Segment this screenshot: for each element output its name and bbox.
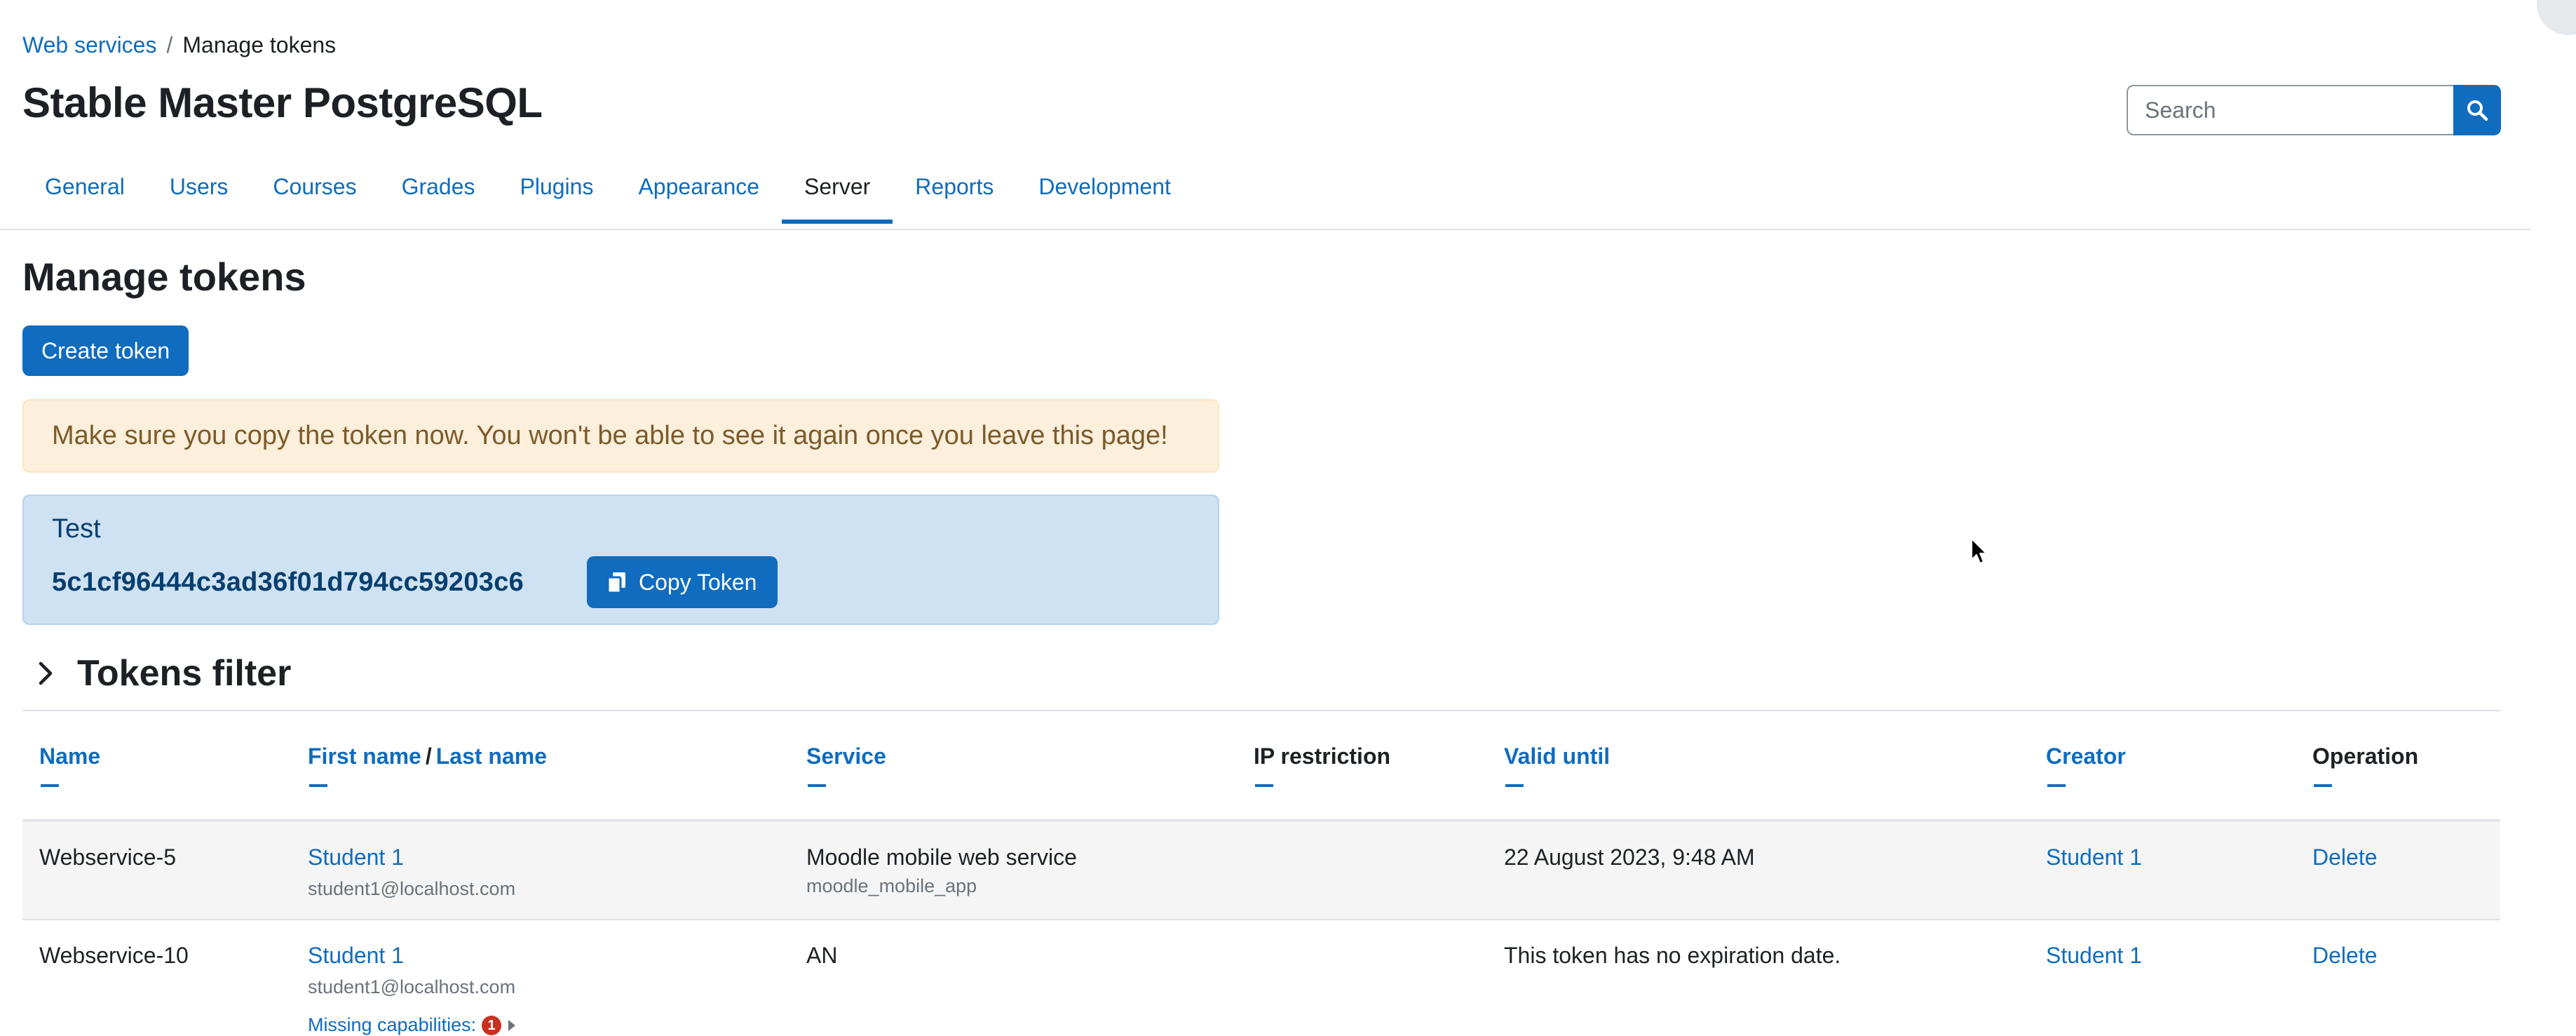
tab-server[interactable]: Server bbox=[782, 160, 893, 224]
tab-grades[interactable]: Grades bbox=[379, 160, 498, 224]
row-divider bbox=[22, 919, 2500, 920]
tab-reports[interactable]: Reports bbox=[893, 160, 1016, 224]
breadcrumb-current: Manage tokens bbox=[182, 32, 337, 58]
breadcrumb: Web services / Manage tokens bbox=[22, 32, 336, 58]
hide-column-user-icon[interactable] bbox=[309, 784, 327, 787]
hide-column-ip-icon[interactable] bbox=[1255, 784, 1273, 787]
warning-text: Make sure you copy the token now. You wo… bbox=[52, 421, 1168, 450]
hide-column-name-icon[interactable] bbox=[41, 784, 59, 787]
row-1-service: Moodle mobile web service bbox=[806, 845, 1077, 870]
row-1-service-shortname: moodle_mobile_app bbox=[806, 875, 977, 896]
sort-first-name-link[interactable]: First name bbox=[308, 744, 421, 769]
row-1-name: Webservice-5 bbox=[39, 845, 177, 870]
token-info-box: Test 5c1cf96444c3ad36f01d794cc59203c6 Co… bbox=[22, 495, 1219, 625]
missing-capabilities-label: Missing capabilities: bbox=[308, 1014, 477, 1035]
row-1-valid-until: 22 August 2023, 9:48 AM bbox=[1504, 845, 1755, 870]
search-input[interactable] bbox=[2127, 85, 2453, 135]
row-2-delete-link[interactable]: Delete bbox=[2312, 943, 2378, 969]
page: Web services / Manage tokens Stable Master… bbox=[0, 0, 2576, 1035]
column-header-creator[interactable]: Creator bbox=[2046, 744, 2126, 769]
row-2-valid-until: This token has no expiration date. bbox=[1504, 943, 1841, 968]
token-value: 5c1cf96444c3ad36f01d794cc59203c6 bbox=[52, 567, 524, 597]
table-top-divider bbox=[22, 710, 2500, 711]
drawer-toggle-button[interactable] bbox=[2537, 0, 2576, 35]
tokens-filter-title: Tokens filter bbox=[77, 653, 292, 694]
hide-column-service-icon[interactable] bbox=[808, 784, 826, 787]
column-header-user: First name / Last name bbox=[308, 744, 547, 769]
row-2-email: student1@localhost.com bbox=[308, 976, 516, 997]
missing-capabilities-count-badge: 1 bbox=[482, 1015, 502, 1035]
hide-column-operation-icon[interactable] bbox=[2314, 784, 2332, 787]
row-2-user-link[interactable]: Student 1 bbox=[308, 943, 404, 969]
column-header-ip-restriction: IP restriction bbox=[1254, 744, 1391, 769]
copy-icon bbox=[606, 572, 625, 594]
hide-column-creator-icon[interactable] bbox=[2047, 784, 2066, 787]
tab-courses[interactable]: Courses bbox=[250, 160, 379, 224]
sort-last-name-link[interactable]: Last name bbox=[436, 744, 547, 769]
breadcrumb-web-services-link[interactable]: Web services bbox=[22, 32, 156, 58]
chevron-right-icon bbox=[39, 661, 53, 685]
column-header-name[interactable]: Name bbox=[39, 744, 100, 769]
secondary-navigation: General Users Courses Grades Plugins App… bbox=[22, 160, 1193, 224]
row-1-delete-link[interactable]: Delete bbox=[2312, 845, 2378, 870]
copy-token-warning: Make sure you copy the token now. You wo… bbox=[22, 399, 1219, 473]
search-form bbox=[2127, 85, 2501, 135]
token-name: Test bbox=[52, 514, 101, 544]
column-header-operation: Operation bbox=[2312, 744, 2419, 769]
column-header-service[interactable]: Service bbox=[806, 744, 886, 769]
hide-column-valid-until-icon[interactable] bbox=[1505, 784, 1524, 787]
site-title: Stable Master PostgreSQL bbox=[22, 79, 543, 126]
copy-token-label: Copy Token bbox=[639, 569, 757, 595]
row-1-creator-link[interactable]: Student 1 bbox=[2046, 845, 2142, 870]
page-heading: Manage tokens bbox=[22, 255, 306, 299]
tab-development[interactable]: Development bbox=[1016, 160, 1193, 224]
breadcrumb-separator: / bbox=[166, 32, 173, 58]
header-slash: / bbox=[425, 744, 432, 769]
row-2-service: AN bbox=[806, 943, 838, 968]
nav-divider bbox=[0, 229, 2531, 230]
column-header-valid-until[interactable]: Valid until bbox=[1504, 744, 1610, 769]
create-token-button[interactable]: Create token bbox=[22, 325, 189, 376]
tab-appearance[interactable]: Appearance bbox=[616, 160, 782, 224]
tokens-filter-toggle[interactable]: Tokens filter bbox=[35, 652, 291, 694]
search-button[interactable] bbox=[2453, 85, 2501, 135]
row-2-name: Webservice-10 bbox=[39, 943, 189, 968]
copy-token-button[interactable]: Copy Token bbox=[587, 556, 778, 608]
search-icon bbox=[2467, 100, 2488, 121]
tab-users[interactable]: Users bbox=[147, 160, 251, 224]
mouse-pointer-icon bbox=[1971, 538, 1987, 564]
row-1-user-link[interactable]: Student 1 bbox=[308, 845, 404, 870]
tab-plugins[interactable]: Plugins bbox=[498, 160, 616, 224]
tab-general[interactable]: General bbox=[22, 160, 147, 224]
row-1-email: student1@localhost.com bbox=[308, 878, 516, 899]
row-2-creator-link[interactable]: Student 1 bbox=[2046, 943, 2142, 969]
row-2-missing-capabilities-link[interactable]: Missing capabilities: 1 bbox=[308, 1014, 517, 1036]
caret-right-icon bbox=[508, 1019, 516, 1031]
